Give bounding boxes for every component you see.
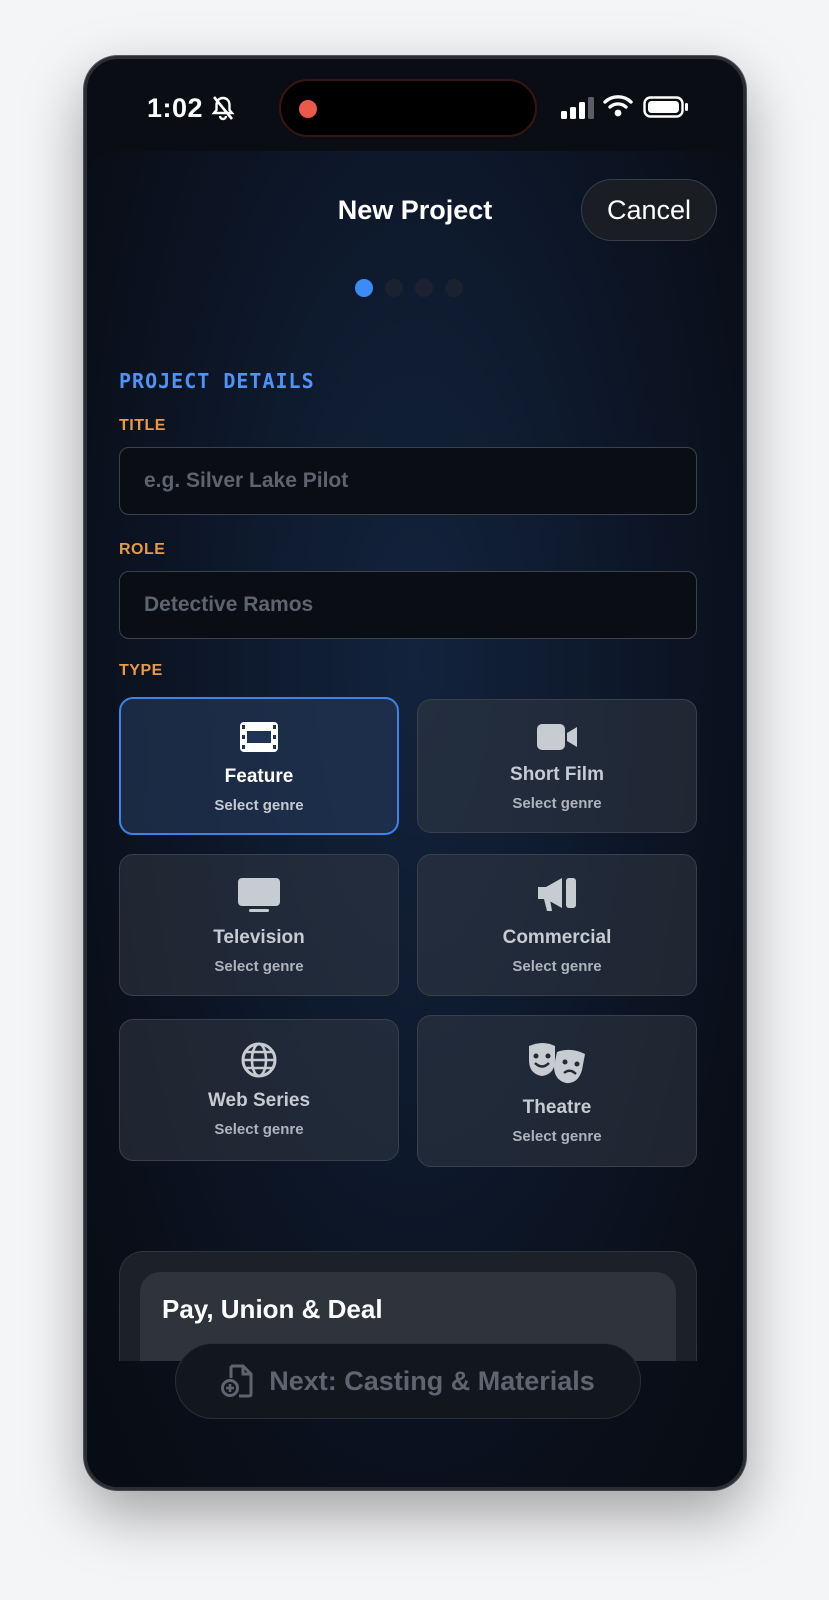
next-button[interactable]: Next: Casting & Materials [175, 1343, 641, 1419]
type-genre: Select genre [214, 797, 304, 814]
step-dot-4 [445, 279, 463, 297]
type-genre: Select genre [512, 795, 602, 812]
step-dot-2 [385, 279, 403, 297]
bell-slash-icon [211, 96, 235, 121]
type-card-short-film[interactable]: Short Film Select genre [417, 699, 697, 833]
type-name: Short Film [510, 764, 604, 785]
role-label: ROLE [119, 541, 166, 558]
battery-icon [643, 96, 688, 118]
step-dot-1 [355, 279, 373, 297]
role-input[interactable]: Detective Ramos [119, 571, 697, 639]
dynamic-island [279, 79, 537, 137]
type-name: Web Series [207, 1090, 311, 1111]
title-label: TITLE [119, 417, 166, 434]
new-project-sheet: New Project Cancel PROJECT DETAILS TITLE… [87, 151, 743, 1487]
step-indicator [355, 279, 463, 297]
type-card-television[interactable]: Television Select genre [119, 854, 399, 996]
type-genre: Select genre [214, 958, 304, 975]
step-dot-3 [415, 279, 433, 297]
section-title: PROJECT DETAILS [119, 369, 315, 393]
type-name: Theatre [522, 1097, 592, 1118]
type-label: TYPE [119, 662, 163, 679]
theater-masks-icon [529, 1043, 585, 1084]
status-time: 1:02 [147, 93, 204, 123]
title-input[interactable]: e.g. Silver Lake Pilot [119, 447, 697, 515]
status-bar: 1:02 [87, 59, 743, 151]
globe-icon [241, 1042, 277, 1078]
type-name: Feature [224, 766, 294, 787]
file-add-icon [221, 1364, 253, 1398]
next-button-label: Next: Casting & Materials [269, 1365, 595, 1396]
recording-indicator [299, 100, 317, 118]
type-card-feature[interactable]: Feature Select genre [119, 697, 399, 835]
pay-section-title: Pay, Union & Deal [162, 1294, 383, 1324]
cancel-button[interactable]: Cancel [581, 179, 717, 241]
megaphone-icon [538, 878, 576, 911]
cellular-signal-icon [561, 97, 594, 119]
phone-frame: 1:02 New Project Cancel PROJECT DETAILS … [84, 56, 746, 1490]
wifi-icon [603, 95, 633, 117]
type-genre: Select genre [214, 1121, 304, 1138]
tv-icon [238, 878, 280, 912]
type-card-commercial[interactable]: Commercial Select genre [417, 854, 697, 996]
type-genre: Select genre [512, 1128, 602, 1145]
type-genre: Select genre [512, 958, 602, 975]
type-name: Commercial [502, 927, 612, 948]
type-name: Television [213, 927, 305, 948]
type-card-web-series[interactable]: Web Series Select genre [119, 1019, 399, 1161]
video-camera-icon [537, 724, 577, 750]
type-card-theatre[interactable]: Theatre Select genre [417, 1015, 697, 1167]
film-icon [240, 722, 278, 752]
